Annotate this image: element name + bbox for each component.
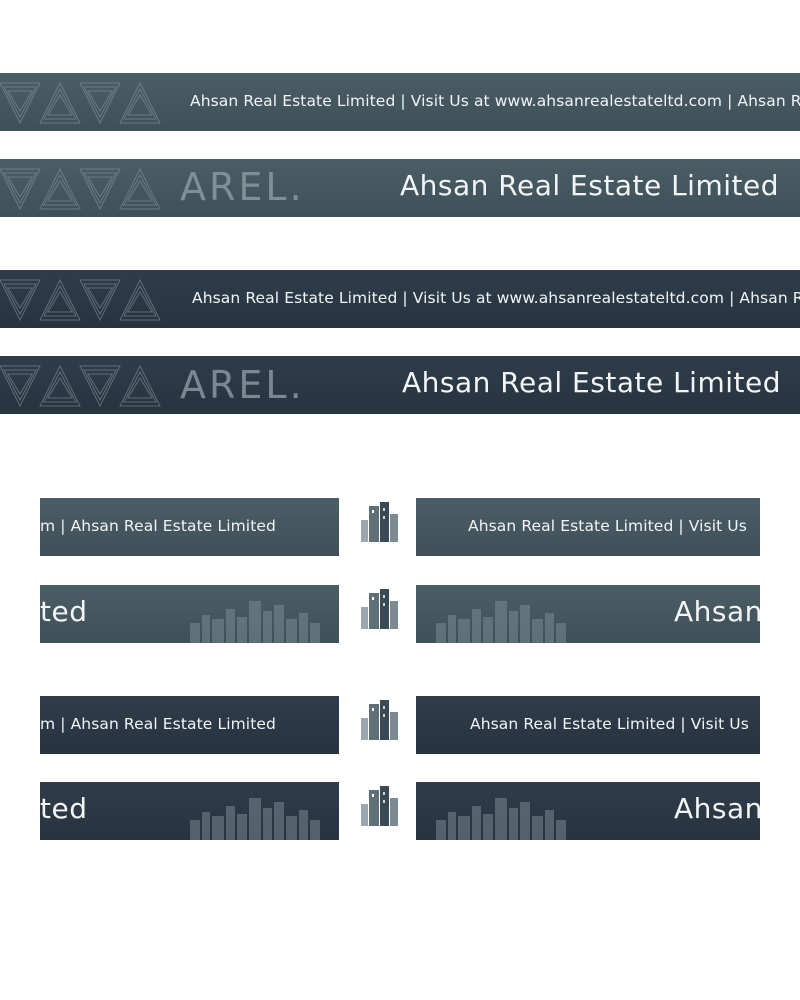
strip-right-text: Ahsan Real Estate Limited | Visit Us	[468, 517, 747, 535]
strip-big-right: Ahsan	[674, 792, 760, 825]
arel-wordmark: AREL.	[180, 363, 305, 407]
building-logo-icon	[361, 589, 398, 629]
triangle-pattern-icon	[0, 82, 161, 124]
strip-right-text: Ahsan Real Estate Limited | Visit Us	[470, 715, 749, 733]
banner-slate-logo: AREL. Ahsan Real Estate Limited	[0, 159, 800, 217]
cityscape-icon	[436, 601, 566, 643]
strip-big-left: ted	[40, 792, 88, 825]
logo-tile	[339, 782, 416, 840]
strip-slate-visit: m | Ahsan Real Estate Limited Ahsan Real…	[40, 498, 760, 556]
logo-tile	[339, 498, 416, 556]
strip-slate-city: ted Ahsan	[40, 585, 760, 643]
strip-navy-visit: m | Ahsan Real Estate Limited Ahsan Real…	[40, 696, 760, 754]
building-logo-icon	[361, 786, 398, 826]
strip-big-right: Ahsan	[674, 595, 760, 628]
strip-left-text: m | Ahsan Real Estate Limited	[40, 715, 276, 733]
building-logo-icon	[361, 502, 398, 542]
building-logo-icon	[361, 700, 398, 740]
logo-tile	[339, 696, 416, 754]
strip-left-text: m | Ahsan Real Estate Limited	[40, 517, 276, 535]
strip-big-left: ted	[40, 595, 88, 628]
triangle-pattern-icon	[0, 365, 161, 407]
banner-navy-visit: Ahsan Real Estate Limited | Visit Us at …	[0, 270, 800, 328]
banner-company-name: Ahsan Real Estate Limited	[402, 366, 781, 399]
triangle-pattern-icon	[0, 168, 161, 210]
banner-navy-logo: AREL. Ahsan Real Estate Limited	[0, 356, 800, 414]
cityscape-icon	[190, 601, 320, 643]
banner-company-name: Ahsan Real Estate Limited	[400, 169, 779, 202]
arel-wordmark: AREL.	[180, 165, 305, 209]
banner-visit-text: Ahsan Real Estate Limited | Visit Us at …	[190, 92, 800, 110]
strip-navy-city: ted Ahsan	[40, 782, 760, 840]
banner-slate-visit: Ahsan Real Estate Limited | Visit Us at …	[0, 73, 800, 131]
banner-visit-text: Ahsan Real Estate Limited | Visit Us at …	[192, 289, 800, 307]
triangle-pattern-icon	[0, 279, 161, 321]
cityscape-icon	[190, 798, 320, 840]
cityscape-icon	[436, 798, 566, 840]
logo-tile	[339, 585, 416, 643]
